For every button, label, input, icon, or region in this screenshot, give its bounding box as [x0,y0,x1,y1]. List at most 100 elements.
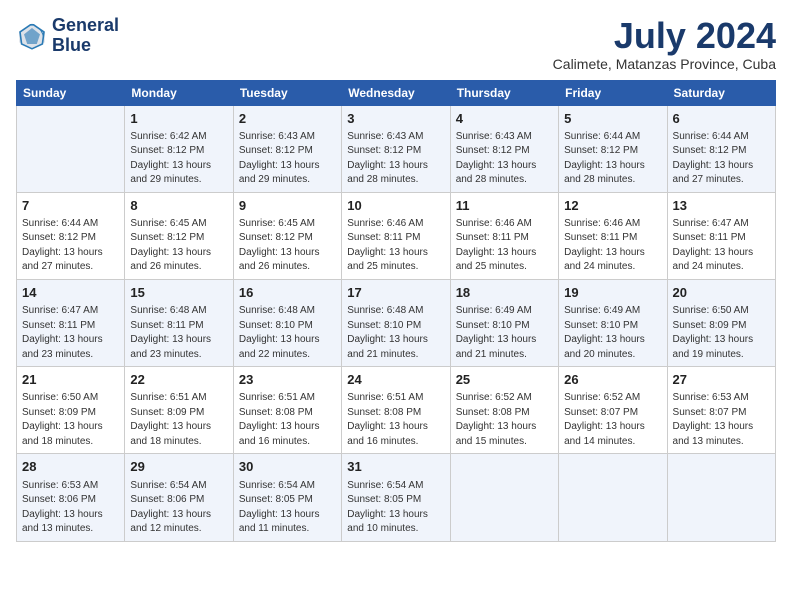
calendar-cell: 9Sunrise: 6:45 AM Sunset: 8:12 PM Daylig… [233,192,341,279]
calendar-cell: 29 Sunrise: 6:54 AM Sunset: 8:06 PM Dayli… [125,454,233,541]
calendar-cell: 16Sunrise: 6:48 AM Sunset: 8:10 PM Dayli… [233,279,341,366]
calendar-cell: 23Sunrise: 6:51 AM Sunset: 8:08 PM Dayli… [233,367,341,454]
day-info: Sunrise: 6:49 AM Sunset: 8:10 PM Dayligh… [564,304,661,362]
title-block: July 2024 Calimete, Matanzas Province, C… [553,16,776,72]
day-info: Sunrise: 6:51 AM Sunset: 8:09 PM Dayligh… [130,391,227,449]
day-number: 6 [673,110,770,128]
logo-icon [16,20,48,52]
day-number: 7 [22,197,119,215]
day-info: Sunrise: 6:48 AM Sunset: 8:10 PM Dayligh… [239,304,336,362]
header-sunday: Sunday [17,80,125,105]
calendar-cell [559,454,667,541]
calendar-cell: 21 Sunrise: 6:50 AM Sunset: 8:09 PM Dayli… [17,367,125,454]
calendar-cell: 2 Sunrise: 6:43 AM Sunset: 8:12 PM Daylig… [233,105,341,192]
calendar-week-row: 21 Sunrise: 6:50 AM Sunset: 8:09 PM Dayli… [17,367,776,454]
calendar-cell: 19 Sunrise: 6:49 AM Sunset: 8:10 PM Dayli… [559,279,667,366]
day-number: 26 [564,371,661,389]
calendar-cell: 10 Sunrise: 6:46 AM Sunset: 8:11 PM Dayli… [342,192,450,279]
day-number: 29 [130,458,227,476]
calendar-cell: 18 Sunrise: 6:49 AM Sunset: 8:10 PM Dayli… [450,279,558,366]
calendar-week-row: 14 Sunrise: 6:47 AM Sunset: 8:11 PM Dayli… [17,279,776,366]
calendar-table: SundayMondayTuesdayWednesdayThursdayFrid… [16,80,776,542]
day-number: 21 [22,371,119,389]
calendar-cell: 7 Sunrise: 6:44 AM Sunset: 8:12 PM Daylig… [17,192,125,279]
calendar-cell: 1 Sunrise: 6:42 AM Sunset: 8:12 PM Daylig… [125,105,233,192]
header-thursday: Thursday [450,80,558,105]
day-number: 19 [564,284,661,302]
month-title: July 2024 [553,16,776,56]
day-info: Sunrise: 6:45 AM Sunset: 8:12 PM Dayligh… [130,217,227,275]
day-number: 2 [239,110,336,128]
calendar-header-row: SundayMondayTuesdayWednesdayThursdayFrid… [17,80,776,105]
day-info: Sunrise: 6:44 AM Sunset: 8:12 PM Dayligh… [22,217,119,275]
day-info: Sunrise: 6:46 AM Sunset: 8:11 PM Dayligh… [564,217,661,275]
day-info: Sunrise: 6:46 AM Sunset: 8:11 PM Dayligh… [456,217,553,275]
calendar-cell: 14 Sunrise: 6:47 AM Sunset: 8:11 PM Dayli… [17,279,125,366]
calendar-cell: 22 Sunrise: 6:51 AM Sunset: 8:09 PM Dayli… [125,367,233,454]
calendar-cell: 12 Sunrise: 6:46 AM Sunset: 8:11 PM Dayli… [559,192,667,279]
day-number: 18 [456,284,553,302]
day-number: 9 [239,197,336,215]
day-info: Sunrise: 6:43 AM Sunset: 8:12 PM Dayligh… [456,130,553,188]
day-number: 31 [347,458,444,476]
day-info: Sunrise: 6:43 AM Sunset: 8:12 PM Dayligh… [347,130,444,188]
calendar-week-row: 1 Sunrise: 6:42 AM Sunset: 8:12 PM Daylig… [17,105,776,192]
day-info: Sunrise: 6:51 AM Sunset: 8:08 PM Dayligh… [347,391,444,449]
header-tuesday: Tuesday [233,80,341,105]
calendar-cell: 17 Sunrise: 6:48 AM Sunset: 8:10 PM Dayli… [342,279,450,366]
calendar-cell: 25 Sunrise: 6:52 AM Sunset: 8:08 PM Dayli… [450,367,558,454]
day-info: Sunrise: 6:53 AM Sunset: 8:07 PM Dayligh… [673,391,770,449]
day-number: 1 [130,110,227,128]
day-info: Sunrise: 6:43 AM Sunset: 8:12 PM Dayligh… [239,130,336,188]
day-number: 23 [239,371,336,389]
calendar-cell: 13 Sunrise: 6:47 AM Sunset: 8:11 PM Dayli… [667,192,775,279]
day-number: 24 [347,371,444,389]
day-info: Sunrise: 6:47 AM Sunset: 8:11 PM Dayligh… [673,217,770,275]
day-info: Sunrise: 6:53 AM Sunset: 8:06 PM Dayligh… [22,479,119,537]
day-info: Sunrise: 6:46 AM Sunset: 8:11 PM Dayligh… [347,217,444,275]
day-number: 12 [564,197,661,215]
day-info: Sunrise: 6:54 AM Sunset: 8:05 PM Dayligh… [239,479,336,537]
calendar-cell: 15Sunrise: 6:48 AM Sunset: 8:11 PM Dayli… [125,279,233,366]
header-wednesday: Wednesday [342,80,450,105]
header-friday: Friday [559,80,667,105]
day-info: Sunrise: 6:50 AM Sunset: 8:09 PM Dayligh… [22,391,119,449]
calendar-cell: 20Sunrise: 6:50 AM Sunset: 8:09 PM Dayli… [667,279,775,366]
day-number: 3 [347,110,444,128]
day-number: 25 [456,371,553,389]
calendar-cell [667,454,775,541]
calendar-cell: 11Sunrise: 6:46 AM Sunset: 8:11 PM Dayli… [450,192,558,279]
day-info: Sunrise: 6:48 AM Sunset: 8:11 PM Dayligh… [130,304,227,362]
day-number: 5 [564,110,661,128]
day-number: 22 [130,371,227,389]
day-info: Sunrise: 6:42 AM Sunset: 8:12 PM Dayligh… [130,130,227,188]
day-number: 4 [456,110,553,128]
logo: General Blue [16,16,119,56]
day-number: 10 [347,197,444,215]
day-number: 30 [239,458,336,476]
calendar-week-row: 7 Sunrise: 6:44 AM Sunset: 8:12 PM Daylig… [17,192,776,279]
day-number: 17 [347,284,444,302]
calendar-cell: 26Sunrise: 6:52 AM Sunset: 8:07 PM Dayli… [559,367,667,454]
logo-text: General Blue [52,16,119,56]
day-info: Sunrise: 6:44 AM Sunset: 8:12 PM Dayligh… [564,130,661,188]
day-info: Sunrise: 6:48 AM Sunset: 8:10 PM Dayligh… [347,304,444,362]
calendar-cell: 28 Sunrise: 6:53 AM Sunset: 8:06 PM Dayli… [17,454,125,541]
header-monday: Monday [125,80,233,105]
calendar-cell: 31 Sunrise: 6:54 AM Sunset: 8:05 PM Dayli… [342,454,450,541]
day-number: 20 [673,284,770,302]
day-info: Sunrise: 6:54 AM Sunset: 8:05 PM Dayligh… [347,479,444,537]
day-info: Sunrise: 6:49 AM Sunset: 8:10 PM Dayligh… [456,304,553,362]
day-info: Sunrise: 6:52 AM Sunset: 8:08 PM Dayligh… [456,391,553,449]
calendar-cell: 30 Sunrise: 6:54 AM Sunset: 8:05 PM Dayli… [233,454,341,541]
day-number: 27 [673,371,770,389]
day-number: 14 [22,284,119,302]
day-info: Sunrise: 6:44 AM Sunset: 8:12 PM Dayligh… [673,130,770,188]
day-number: 8 [130,197,227,215]
calendar-cell [450,454,558,541]
day-number: 28 [22,458,119,476]
day-number: 13 [673,197,770,215]
calendar-cell: 3 Sunrise: 6:43 AM Sunset: 8:12 PM Daylig… [342,105,450,192]
day-info: Sunrise: 6:47 AM Sunset: 8:11 PM Dayligh… [22,304,119,362]
day-info: Sunrise: 6:54 AM Sunset: 8:06 PM Dayligh… [130,479,227,537]
